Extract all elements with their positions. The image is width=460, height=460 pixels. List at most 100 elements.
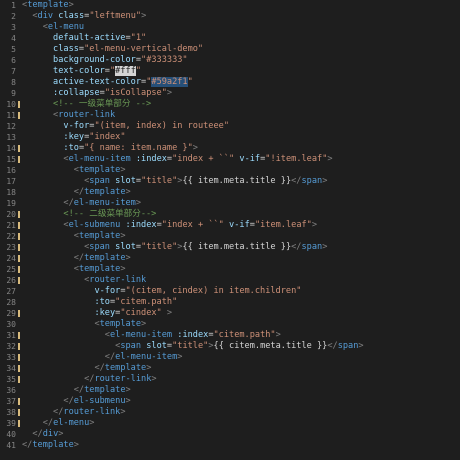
code-line[interactable]: 28 :to="citem.path" — [0, 297, 460, 308]
token: <!-- 二级菜单部分--> — [63, 209, 157, 219]
code-line[interactable]: 12 v-for="(item, index) in routeee" — [0, 121, 460, 132]
token: </ — [63, 198, 74, 208]
code-line[interactable]: 6 background-color="#333333" — [0, 55, 460, 66]
token: </ — [327, 341, 338, 351]
token: :index — [135, 154, 167, 164]
token: span — [89, 242, 110, 252]
token: span — [301, 242, 323, 252]
code-line[interactable]: 41 </template> — [0, 440, 460, 451]
line-number: 39 — [6, 419, 16, 428]
code-text: <div class="leftmenu"> — [22, 11, 146, 22]
code-line[interactable]: 13 :key="index" — [0, 132, 460, 143]
line-number: 21 — [6, 221, 16, 230]
token: {{ citem.meta.title }} — [213, 341, 328, 351]
code-line[interactable]: 15 <el-menu-item :index="index + ``" v-i… — [0, 154, 460, 165]
code-line[interactable]: 3 <el-menu — [0, 22, 460, 33]
code-text: </el-menu> — [22, 418, 95, 429]
code-line[interactable]: 24 </template> — [0, 253, 460, 264]
code-line[interactable]: 5 class="el-menu-vertical-demo" — [0, 44, 460, 55]
code-line[interactable]: 23 <span slot="title">{{ item.meta.title… — [0, 242, 460, 253]
code-line[interactable]: 16 <template> — [0, 165, 460, 176]
code-line[interactable]: 31 <el-menu-item :index="citem.path"> — [0, 330, 460, 341]
line-number: 11 — [6, 111, 16, 120]
token: > — [358, 341, 364, 351]
token: template — [104, 363, 147, 373]
code-line[interactable]: 37 </el-submenu> — [0, 396, 460, 407]
code-text: :to="{ name: item.name }"> — [22, 143, 198, 154]
token: > — [146, 363, 152, 373]
modified-line-marker — [18, 266, 20, 273]
code-editor[interactable]: 1 <template> 2 <div class="leftmenu"> 3 <el… — [0, 0, 460, 460]
token: v-for — [63, 121, 90, 131]
code-line[interactable]: 10 <!-- 一级菜单部分 --> — [0, 99, 460, 110]
code-line[interactable]: 33 </el-menu-item> — [0, 352, 460, 363]
line-number: 15 — [6, 155, 16, 164]
token: el-menu-item — [73, 198, 136, 208]
code-line[interactable]: 21 <el-submenu :index="index + ``" v-if=… — [0, 220, 460, 231]
code-line[interactable]: 38 </router-link> — [0, 407, 460, 418]
code-line[interactable]: 19 </el-menu-item> — [0, 198, 460, 209]
token: > — [141, 319, 147, 329]
line-number: 27 — [6, 287, 16, 296]
modified-line-marker — [18, 244, 20, 251]
token: el-submenu — [68, 220, 121, 230]
token: el-menu — [47, 22, 85, 32]
code-line[interactable]: 1 <template> — [0, 0, 460, 11]
token: </ — [32, 429, 43, 439]
code-text: </template> — [22, 440, 79, 451]
code-line[interactable]: 35 </router-link> — [0, 374, 460, 385]
code-line[interactable]: 18 </template> — [0, 187, 460, 198]
code-line[interactable]: 34 </template> — [0, 363, 460, 374]
code-line[interactable]: 39 </el-menu> — [0, 418, 460, 429]
code-text: :to="citem.path" — [22, 297, 177, 308]
token: > — [89, 418, 95, 428]
code-line[interactable]: 11 <router-link — [0, 110, 460, 121]
code-line[interactable]: 26 <router-link — [0, 275, 460, 286]
line-number: 9 — [11, 89, 16, 98]
code-line[interactable]: 8 active-text-color="#59a2f1" — [0, 77, 460, 88]
code-line[interactable]: 40 </div> — [0, 429, 460, 440]
code-text: <template> — [22, 165, 126, 176]
code-line[interactable]: 7 text-color="#fff" — [0, 66, 460, 77]
code-line[interactable]: 27 v-for="(citem, cindex) in item.childr… — [0, 286, 460, 297]
line-number: 32 — [6, 342, 16, 351]
line-number: 36 — [6, 386, 16, 395]
token: </ — [291, 242, 302, 252]
code-line[interactable]: 20 <!-- 二级菜单部分--> — [0, 209, 460, 220]
token: #fff — [115, 66, 136, 76]
code-line[interactable]: 17 <span slot="title">{{ item.meta.title… — [0, 176, 460, 187]
code-line[interactable]: 36 </template> — [0, 385, 460, 396]
modified-line-marker — [18, 398, 20, 405]
modified-line-marker — [18, 365, 20, 372]
code-line[interactable]: 14 :to="{ name: item.name }"> — [0, 143, 460, 154]
code-line[interactable]: 2 <div class="leftmenu"> — [0, 11, 460, 22]
code-line[interactable]: 9 :collapse="isCollapse"> — [0, 88, 460, 99]
code-line[interactable]: 4 default-active="1" — [0, 33, 460, 44]
token: :index — [177, 330, 209, 340]
code-line[interactable]: 22 <template> — [0, 231, 460, 242]
line-number: 28 — [6, 298, 16, 307]
line-number: 23 — [6, 243, 16, 252]
code-line[interactable]: 29 :key="cindex" > — [0, 308, 460, 319]
code-line[interactable]: 32 <span slot="title">{{ citem.meta.titl… — [0, 341, 460, 352]
line-number: 31 — [6, 331, 16, 340]
token: span — [120, 341, 142, 351]
code-line[interactable]: 25 <template> — [0, 264, 460, 275]
line-number: 12 — [6, 122, 16, 131]
token: span — [89, 176, 110, 186]
line-number: 37 — [6, 397, 16, 406]
token: " — [187, 77, 193, 87]
code-line[interactable]: 30 <template> — [0, 319, 460, 330]
code-text: </el-menu-item> — [22, 198, 141, 209]
